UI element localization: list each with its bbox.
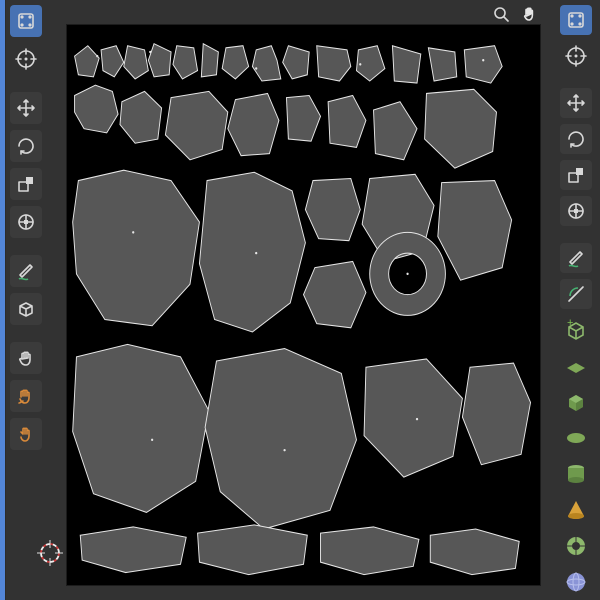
viewport-pan-button[interactable] [517,2,541,26]
cube-icon [16,299,36,319]
viewport-toolbar: + [552,0,600,600]
rotate-arcs-icon [16,136,36,156]
circle-solid-icon [564,426,588,450]
measure-tool[interactable] [560,279,592,309]
3d-cursor-icon [565,45,587,67]
cube-outline-icon: + [563,317,589,343]
uv-cursor-button[interactable] [10,43,42,75]
svg-text:+: + [567,317,573,329]
transform-3d-tool[interactable] [560,196,592,226]
sphere-icon [564,570,588,594]
relax-tool[interactable] [10,380,42,412]
pinch-tool[interactable] [10,418,42,450]
rotate-3d-tool[interactable] [560,124,592,154]
add-cylinder-button[interactable] [560,459,592,489]
uv-select-mode-button[interactable] [10,5,42,37]
plane-icon [564,354,588,378]
transform-icon [566,201,586,221]
edit-mode-select-button[interactable] [560,5,592,35]
pencil-wave-icon [566,248,586,268]
add-torus-button[interactable] [560,531,592,561]
edit-select-icon [566,10,586,30]
hand-icon [16,348,36,368]
ruler-arc-icon [566,284,586,304]
add-circle-button[interactable] [560,423,592,453]
uv-header-toolbar [6,0,46,600]
uv-canvas[interactable] [66,24,541,586]
panel-splitter[interactable] [545,0,552,600]
add-cube-button[interactable]: + [560,315,592,345]
add-sphere-button[interactable] [560,567,592,597]
add-plane-button[interactable] [560,351,592,381]
uv-select-icon [16,11,36,31]
viewport-zoom-button[interactable] [489,2,513,26]
scale-tool[interactable] [10,168,42,200]
scale-box-icon [16,174,36,194]
scale-3d-tool[interactable] [560,160,592,190]
3d-cursor-button[interactable] [560,41,592,71]
uv-editor-viewport[interactable] [46,0,545,600]
transform-tool[interactable] [10,206,42,238]
move-arrows-icon [566,93,586,113]
pan-hand-icon [520,5,538,23]
cylinder-icon [564,462,588,486]
annotate-tool[interactable] [10,255,42,287]
move-tool[interactable] [10,92,42,124]
scale-box-icon [566,165,586,185]
uv-cursor-icon [15,48,37,70]
pinch-hand-icon [16,424,36,444]
torus-slices-icon [564,534,588,558]
rotate-arcs-icon [566,129,586,149]
grab-tool[interactable] [10,342,42,374]
relax-hand-icon [16,386,36,406]
annotate-3d-tool[interactable] [560,243,592,273]
rotate-tool[interactable] [10,130,42,162]
magnify-icon [492,5,510,23]
move-arrows-icon [16,98,36,118]
cone-icon [564,498,588,522]
box-solid-icon [564,390,588,414]
move-3d-tool[interactable] [560,88,592,118]
add-cone-button[interactable] [560,495,592,525]
transform-icon [16,212,36,232]
pencil-wave-icon [16,261,36,281]
add-box-button[interactable] [560,387,592,417]
uv-layout-svg [67,25,540,585]
cube-projection-tool[interactable] [10,293,42,325]
